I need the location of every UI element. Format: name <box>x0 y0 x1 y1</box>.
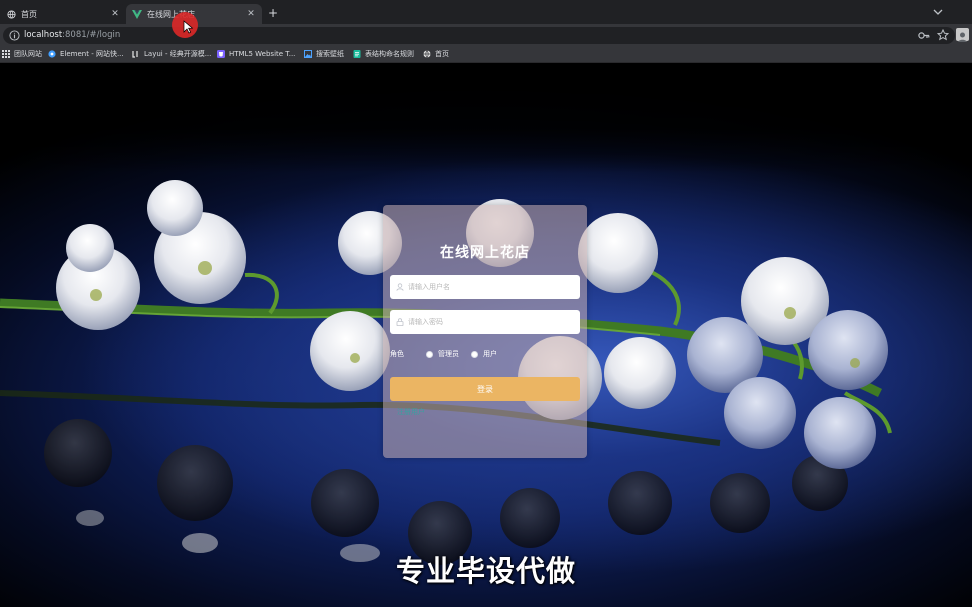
bookmark-html5[interactable]: HTML5 Website T... <box>217 48 295 60</box>
globe-icon <box>6 9 16 19</box>
bookmark-layui[interactable]: Layui - 经典开源模... <box>132 48 211 60</box>
globe-icon <box>423 50 431 58</box>
role-selector: 角色 管理员 用户 <box>390 348 509 360</box>
login-form: 在线网上花店 角色 管理员 用户 登录 注册用户 <box>383 205 587 458</box>
url-host: localhost <box>24 30 63 40</box>
apps-grid-icon <box>2 50 10 58</box>
bookmark-label: 搜索壁纸 <box>316 50 344 58</box>
bookmark-label: 表结构命名规则 <box>365 50 414 58</box>
close-tab-icon[interactable]: ✕ <box>110 9 120 19</box>
bookmark-table-naming[interactable]: 表结构命名规则 <box>353 48 414 60</box>
bookmark-element[interactable]: Element - 网站快... <box>48 48 124 60</box>
wallpaper-icon <box>304 50 312 58</box>
new-tab-button[interactable]: + <box>266 6 280 20</box>
avatar[interactable] <box>956 28 969 42</box>
tab-strip: 首页 ✕ 在线网上花店 ✕ + <box>0 0 972 24</box>
tab-home[interactable]: 首页 ✕ <box>0 4 126 24</box>
screen: 首页 ✕ 在线网上花店 ✕ + localhost:8081/#/login 团… <box>0 0 972 607</box>
url-text[interactable]: localhost:8081/#/login <box>24 29 120 42</box>
layui-icon <box>132 51 138 58</box>
role-label: 角色 <box>390 350 404 358</box>
role-option-label: 管理员 <box>438 350 459 358</box>
username-input[interactable] <box>390 275 580 299</box>
bookmark-wallpaper[interactable]: 搜索壁纸 <box>304 48 344 60</box>
key-icon[interactable] <box>918 30 930 41</box>
user-icon <box>396 283 404 291</box>
bookmark-label: Element - 网站快... <box>60 50 124 58</box>
bookmark-label: Layui - 经典开源模... <box>144 50 212 58</box>
radio-circle[interactable] <box>426 350 433 358</box>
video-caption: 专业毕设代做 <box>395 554 576 588</box>
lock-icon <box>396 318 404 326</box>
bookmarks-bar: 团队网站 Element - 网站快... Layui - 经典开源模... H… <box>0 46 972 63</box>
tab-title: 首页 <box>21 9 37 19</box>
browser-toolbar: localhost:8081/#/login <box>0 24 972 46</box>
address-bar[interactable]: localhost:8081/#/login <box>3 27 955 44</box>
tab-title: 在线网上花店 <box>147 9 195 19</box>
chevron-down-icon[interactable] <box>931 6 945 18</box>
mouse-cursor-icon <box>183 20 193 34</box>
close-tab-icon[interactable]: ✕ <box>246 9 256 19</box>
radio-circle[interactable] <box>471 350 478 358</box>
html5-icon <box>217 50 225 58</box>
bookmark-home[interactable]: 首页 <box>423 48 449 60</box>
login-page: 在线网上花店 角色 管理员 用户 登录 注册用户 <box>0 63 972 607</box>
bookmark-apps[interactable]: 团队网站 <box>2 48 42 60</box>
element-logo-icon <box>48 50 56 58</box>
login-title: 在线网上花店 <box>440 245 530 261</box>
password-input[interactable] <box>390 310 580 334</box>
register-link[interactable]: 注册用户 <box>397 407 425 417</box>
url-path: :8081/#/login <box>62 30 121 40</box>
bookmark-label: 首页 <box>435 50 449 58</box>
role-option-label: 用户 <box>483 350 497 358</box>
bookmark-label: HTML5 Website T... <box>229 50 296 58</box>
doc-icon <box>353 50 361 58</box>
role-option-admin[interactable]: 管理员 <box>426 349 459 359</box>
role-option-user[interactable]: 用户 <box>471 349 497 359</box>
vue-logo-icon <box>132 9 142 19</box>
bookmark-label: 团队网站 <box>14 50 42 58</box>
info-icon[interactable] <box>9 30 20 41</box>
star-icon[interactable] <box>937 29 949 41</box>
login-button[interactable]: 登录 <box>390 377 580 401</box>
